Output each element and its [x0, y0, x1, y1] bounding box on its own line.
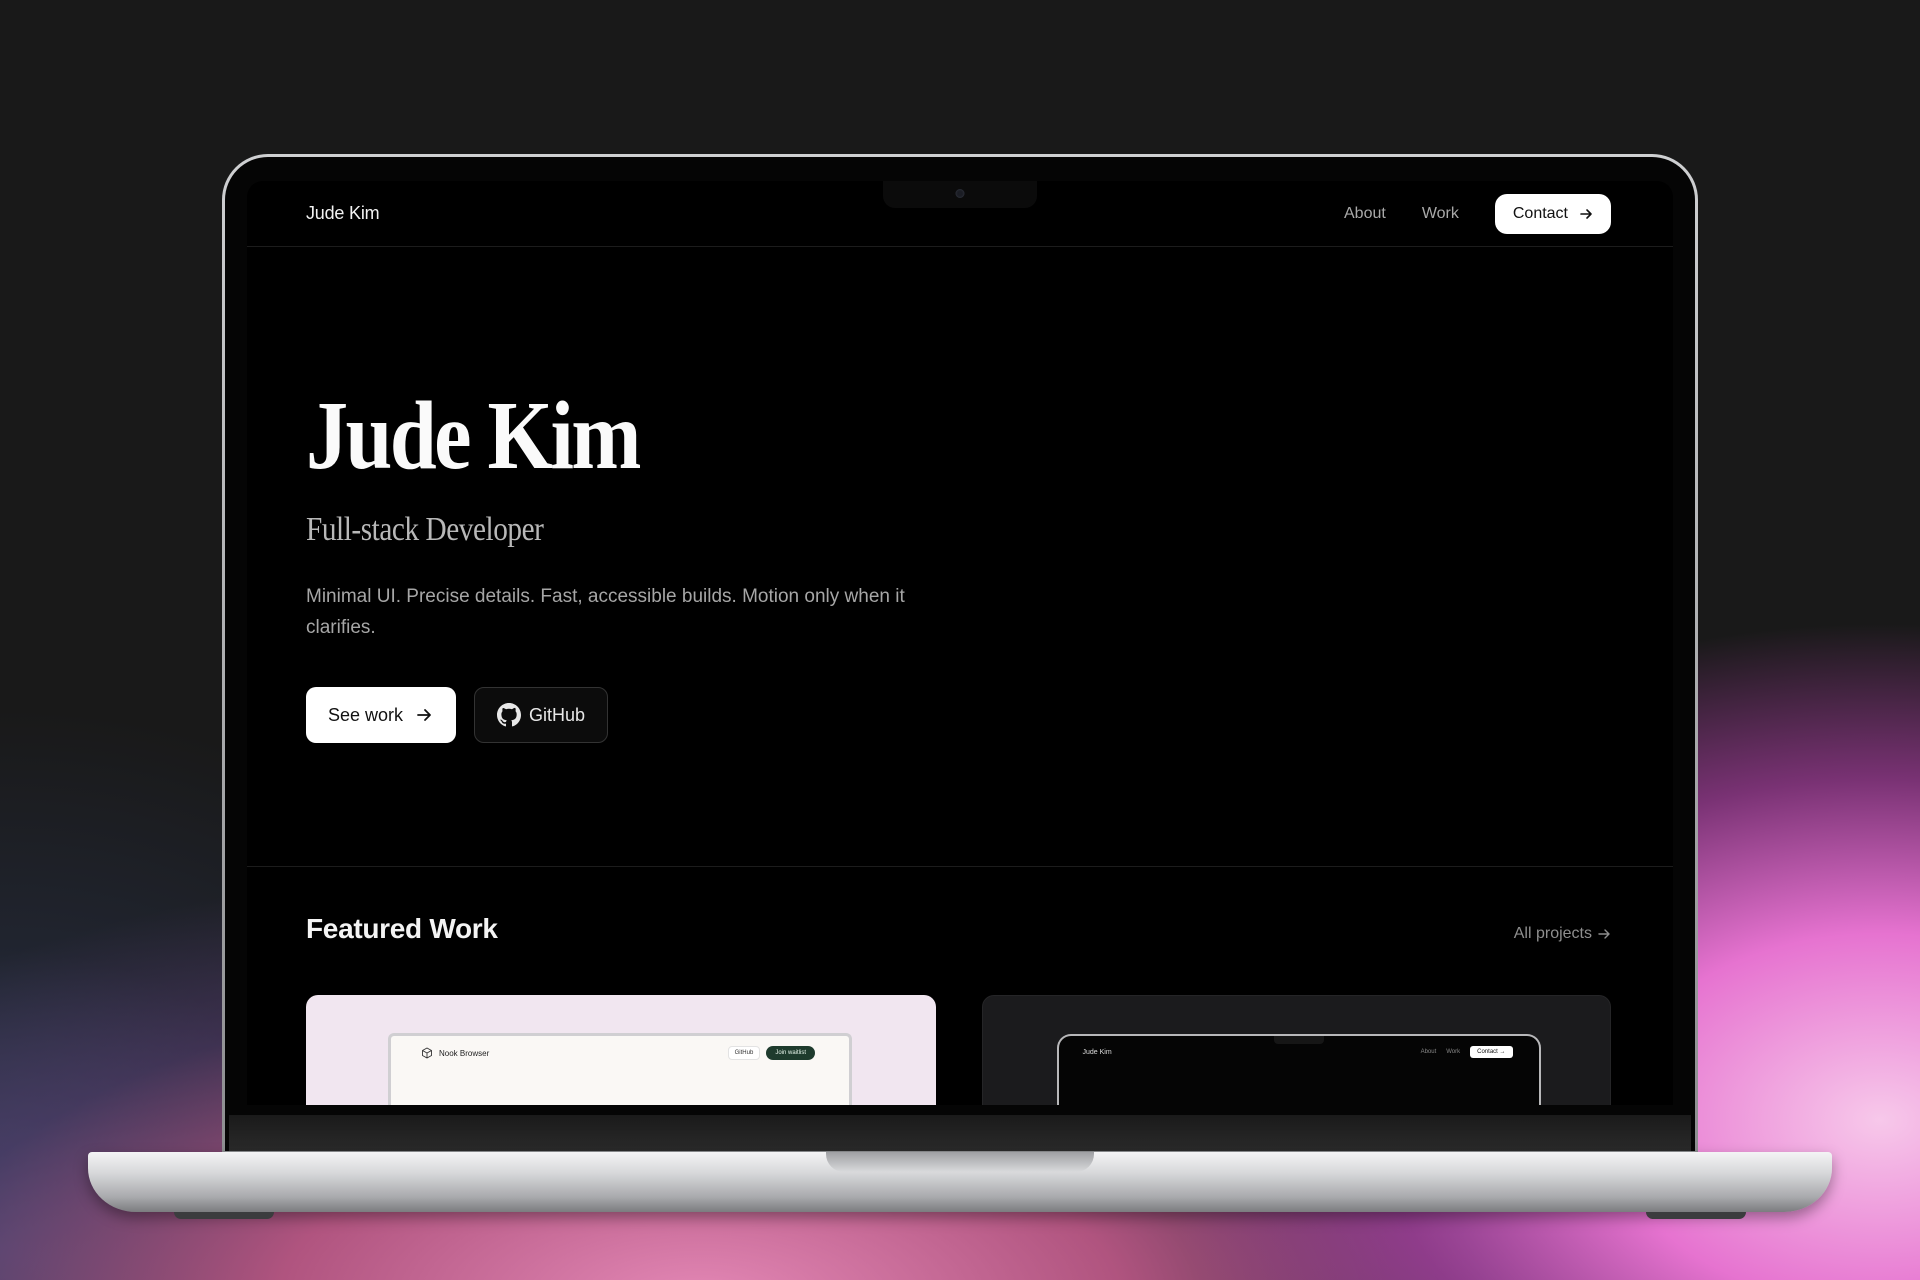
project-preview: Jude Kim About Work Contact → — [1056, 1034, 1541, 1105]
github-icon — [497, 703, 522, 727]
preview-notch — [1273, 1036, 1324, 1044]
project-preview: Nook Browser GitHub Join waitlist — [388, 1033, 852, 1105]
laptop-screen: Jude Kim About Work Contact Jude Kim Ful… — [247, 181, 1673, 1105]
preview-link-work: Work — [1446, 1049, 1461, 1055]
contact-button[interactable]: Contact — [1494, 193, 1611, 234]
see-work-label: See work — [328, 704, 404, 725]
trackpad-notch — [826, 1152, 1094, 1172]
cube-icon — [422, 1047, 432, 1059]
preview-nav: Nook Browser GitHub Join waitlist — [391, 1036, 849, 1060]
laptop-bottom-bezel — [229, 1115, 1691, 1151]
preview-contact-label: Contact — [1477, 1049, 1498, 1055]
arrow-right-icon — [1580, 208, 1592, 219]
nav-links: About Work Contact — [1344, 193, 1611, 234]
github-label: GitHub — [529, 704, 586, 725]
github-button[interactable]: GitHub — [474, 687, 609, 743]
project-card[interactable]: Jude Kim About Work Contact → — [981, 995, 1611, 1105]
camera-notch — [883, 181, 1037, 208]
see-work-button[interactable]: See work — [306, 687, 457, 743]
preview-brand: Nook Browser — [421, 1047, 489, 1059]
preview-link-about: About — [1420, 1049, 1437, 1055]
featured-title: Featured Work — [306, 913, 498, 944]
preview-contact-button: Contact → — [1470, 1046, 1513, 1058]
all-projects-link[interactable]: All projects — [1514, 925, 1611, 943]
camera-icon — [955, 189, 965, 198]
featured-header: Featured Work All projects — [306, 913, 1611, 945]
brand-link[interactable]: Jude Kim — [306, 203, 380, 224]
laptop-foot-right — [1646, 1212, 1746, 1219]
hero-section: Jude Kim Full-stack Developer Minimal UI… — [247, 247, 1673, 867]
laptop-lid: Jude Kim About Work Contact Jude Kim Ful… — [222, 154, 1698, 1154]
all-projects-label: All projects — [1513, 925, 1592, 942]
laptop-bezel: Jude Kim About Work Contact Jude Kim Ful… — [225, 157, 1695, 1151]
project-cards: Nook Browser GitHub Join waitlist Jude K… — [306, 995, 1611, 1105]
preview-brand-label: Nook Browser — [439, 1048, 490, 1058]
laptop-base — [88, 1152, 1832, 1219]
hero-name: Jude Kim — [306, 382, 641, 490]
preview-brand-label: Jude Kim — [1082, 1048, 1112, 1056]
project-card[interactable]: Nook Browser GitHub Join waitlist — [306, 995, 936, 1105]
hero-role: Full-stack Developer — [306, 511, 544, 548]
hero-description: Minimal UI. Precise details. Fast, acces… — [306, 586, 905, 638]
featured-section: Featured Work All projects Nook Browser — [247, 867, 1673, 1105]
preview-links: About Work Contact → — [1421, 1046, 1513, 1058]
preview-buttons: GitHub Join waitlist — [727, 1046, 815, 1060]
preview-waitlist-button: Join waitlist — [766, 1046, 815, 1060]
arrow-right-icon — [417, 709, 431, 721]
arrow-right-icon — [1598, 929, 1610, 939]
nav-link-about[interactable]: About — [1344, 205, 1386, 223]
hero-actions: See work GitHub — [306, 687, 1614, 743]
laptop-foot-left — [174, 1212, 274, 1219]
nav-link-work[interactable]: Work — [1422, 205, 1459, 223]
preview-github-button: GitHub — [727, 1046, 761, 1060]
contact-button-label: Contact — [1512, 204, 1568, 222]
